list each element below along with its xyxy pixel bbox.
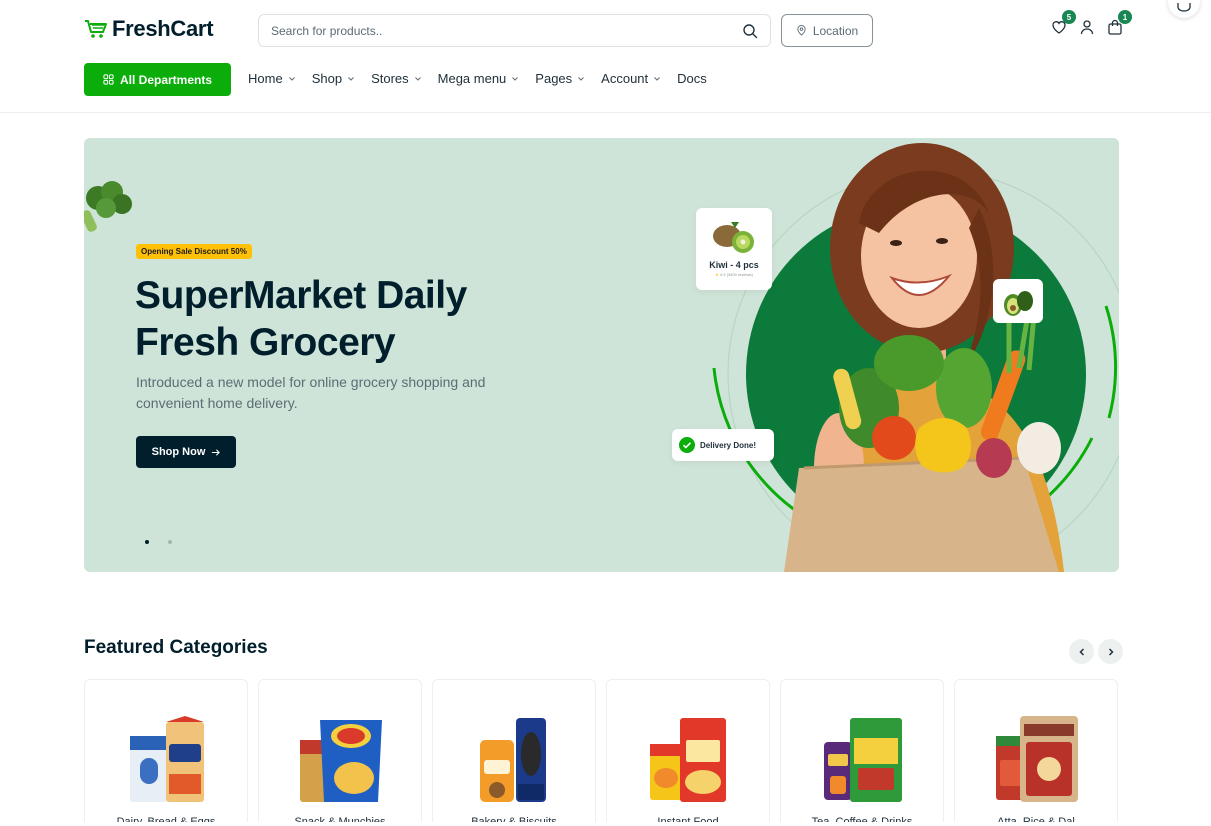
arrow-right-icon bbox=[212, 448, 221, 456]
user-icon bbox=[1080, 20, 1094, 35]
category-card-bakery[interactable]: Bakery & Biscuits bbox=[432, 679, 596, 826]
tea-coffee-drinks-product-image bbox=[824, 718, 902, 802]
location-button[interactable]: Location bbox=[781, 14, 873, 47]
nav-label: Home bbox=[248, 71, 283, 86]
site-header: FreshCart Location 5 bbox=[0, 0, 1211, 113]
wishlist-button[interactable]: 5 bbox=[1050, 10, 1076, 36]
delivery-label: Delivery Done! bbox=[700, 440, 757, 450]
broccoli-illustration bbox=[84, 181, 132, 232]
chevron-left-icon bbox=[1078, 647, 1084, 656]
nav-label: Mega menu bbox=[437, 71, 507, 86]
carousel-prev-button[interactable] bbox=[1069, 639, 1094, 664]
logo-text: FreshCart bbox=[112, 16, 214, 41]
category-card-tea-coffee[interactable]: Tea, Coffee & Drinks bbox=[780, 679, 944, 826]
bakery-biscuits-product-image bbox=[480, 718, 546, 802]
category-card-dairy[interactable]: Dairy, Bread & Eggs bbox=[84, 679, 248, 826]
hero-woman-with-groceries-illustration bbox=[712, 143, 1119, 572]
search-bar bbox=[258, 14, 771, 47]
chevron-down-icon bbox=[512, 76, 519, 81]
carousel-dots bbox=[145, 540, 172, 544]
avocado-illustration bbox=[1004, 291, 1033, 316]
hero-title: SuperMarket Daily Fresh Grocery bbox=[135, 274, 467, 364]
nav-label: Pages bbox=[535, 71, 573, 86]
corner-action-button[interactable] bbox=[1168, 0, 1200, 18]
kiwi-illustration bbox=[713, 222, 754, 253]
avocado-product-card[interactable] bbox=[993, 279, 1043, 323]
category-card-instant-food[interactable]: Instant Food bbox=[606, 679, 770, 826]
featured-categories-title: Featured Categories bbox=[84, 637, 268, 658]
logo[interactable]: FreshCart bbox=[84, 16, 214, 42]
nav-item-shop[interactable]: Shop bbox=[312, 71, 355, 86]
carousel-next-button[interactable] bbox=[1098, 639, 1123, 664]
snack-munchies-product-image bbox=[300, 720, 382, 802]
kiwi-review-count: (3400 reviews) bbox=[726, 272, 753, 277]
chevron-down-icon bbox=[578, 76, 585, 81]
map-pin-icon bbox=[797, 25, 806, 36]
wishlist-count-badge: 5 bbox=[1062, 10, 1076, 24]
nav-item-mega-menu[interactable]: Mega menu bbox=[438, 71, 520, 86]
carousel-dot-1[interactable] bbox=[145, 540, 149, 544]
nav-label: Docs bbox=[677, 71, 707, 86]
cart-logo-icon bbox=[85, 20, 107, 38]
carousel-dot-2[interactable] bbox=[168, 540, 172, 544]
category-card-atta-rice[interactable]: Atta, Rice & Dal bbox=[954, 679, 1118, 826]
nav-label: Stores bbox=[371, 71, 409, 86]
nav-item-docs[interactable]: Docs bbox=[677, 71, 707, 86]
cart-count-badge: 1 bbox=[1118, 10, 1132, 24]
chevron-down-icon bbox=[348, 76, 354, 81]
page-fold bbox=[0, 822, 1211, 826]
search-input[interactable] bbox=[271, 23, 742, 38]
nav-item-stores[interactable]: Stores bbox=[371, 71, 422, 86]
chevron-down-icon bbox=[288, 76, 295, 81]
category-list: Dairy, Bread & Eggs Snack & Munchies Bak… bbox=[84, 679, 1118, 826]
sale-badge: Opening Sale Discount 50% bbox=[136, 244, 252, 259]
check-circle-icon bbox=[679, 437, 695, 453]
search-icon[interactable] bbox=[742, 23, 758, 39]
hero-banner: Opening Sale Discount 50% SuperMarket Da… bbox=[84, 138, 1119, 572]
nav-label: Account bbox=[601, 71, 649, 86]
nav-item-pages[interactable]: Pages bbox=[535, 71, 585, 86]
dairy-bread-eggs-product-image bbox=[130, 716, 204, 802]
grid-icon bbox=[103, 74, 114, 85]
account-button[interactable] bbox=[1078, 18, 1096, 36]
instant-food-product-image bbox=[650, 718, 726, 802]
nav-label: Shop bbox=[311, 71, 343, 86]
all-departments-label: All Departments bbox=[119, 72, 213, 87]
nav-item-account[interactable]: Account bbox=[601, 71, 661, 86]
star-icon: ★ bbox=[715, 272, 719, 277]
shop-now-button[interactable]: Shop Now bbox=[136, 436, 236, 468]
location-label: Location bbox=[812, 23, 859, 38]
main-nav: Home Shop Stores Mega menu Pages Account… bbox=[248, 71, 723, 86]
kiwi-rating-value: 4.9 bbox=[719, 272, 726, 277]
delivery-status-card: Delivery Done! bbox=[672, 429, 774, 461]
all-departments-button[interactable]: All Departments bbox=[84, 63, 231, 96]
kiwi-product-card[interactable]: Kiwi - 4 pcs ★ 4.9 (3400 reviews) bbox=[696, 208, 772, 290]
chevron-right-icon bbox=[1108, 647, 1114, 656]
chevron-down-icon bbox=[654, 76, 661, 81]
nav-item-home[interactable]: Home bbox=[248, 71, 296, 86]
hero-description: Introduced a new model for online grocer… bbox=[136, 374, 486, 411]
shop-now-label: Shop Now bbox=[151, 446, 206, 458]
scan-icon bbox=[1177, 3, 1191, 12]
cart-button[interactable]: 1 bbox=[1106, 10, 1132, 36]
kiwi-card-rating: ★ 4.9 (3400 reviews) bbox=[696, 272, 772, 277]
chevron-down-icon bbox=[414, 76, 421, 81]
category-card-snacks[interactable]: Snack & Munchies bbox=[258, 679, 422, 826]
kiwi-card-name: Kiwi - 4 pcs bbox=[709, 260, 759, 270]
atta-rice-dal-product-image bbox=[996, 716, 1078, 802]
header-actions: 5 1 bbox=[1050, 10, 1132, 36]
